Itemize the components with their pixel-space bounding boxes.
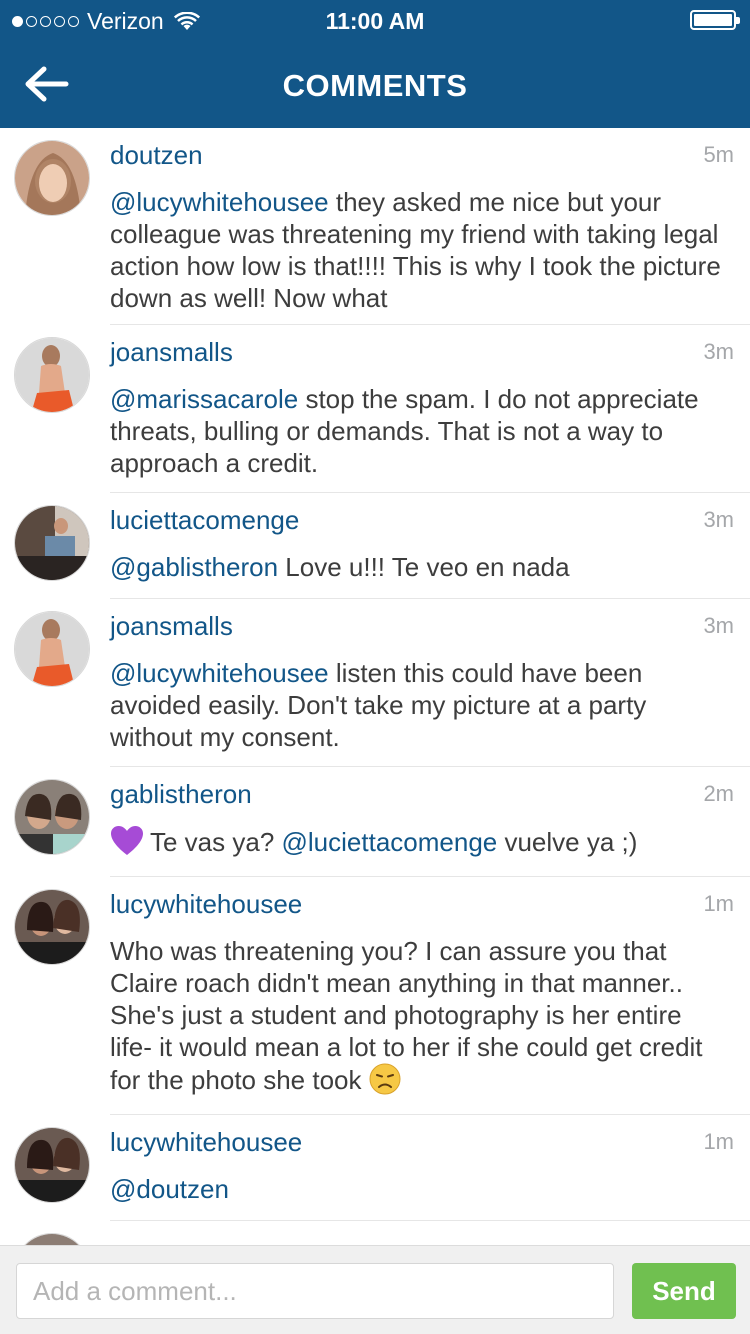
comment-item: joansmalls 3m @lucywhitehousee listen th… — [14, 599, 750, 767]
comment-body: Love u!!! Te veo en nada — [278, 552, 570, 582]
avatar[interactable] — [14, 1127, 90, 1203]
comment-username[interactable]: doutzen — [110, 140, 203, 171]
comment-item: gablistheron 2m Te vas ya? @luciettacome… — [14, 767, 750, 877]
comment-composer: Send — [0, 1245, 750, 1334]
comment-mention[interactable]: @lucywhitehousee — [110, 658, 329, 688]
avatar[interactable] — [14, 611, 90, 687]
comment-timestamp: 1m — [703, 891, 734, 916]
comment-username[interactable]: luciettacomenge — [110, 505, 299, 536]
comment-mention[interactable]: @lucywhitehousee — [110, 187, 329, 217]
comment-mention[interactable]: @marissacarole — [110, 384, 298, 414]
avatar[interactable] — [14, 889, 90, 965]
comment-timestamp: 3m — [703, 507, 734, 532]
send-button[interactable]: Send — [632, 1263, 736, 1319]
comment-timestamp: 1m — [703, 1129, 734, 1154]
purple-heart-icon — [111, 826, 143, 855]
comments-list[interactable]: doutzen 5m @lucywhitehousee they asked m… — [0, 128, 750, 1245]
comment-item — [14, 1221, 750, 1245]
comment-username[interactable]: joansmalls — [110, 337, 233, 368]
avatar[interactable] — [14, 505, 90, 581]
comment-mention[interactable]: @gablistheron — [110, 552, 278, 582]
comment-timestamp: 3m — [703, 613, 734, 638]
comment-mention[interactable]: @luciettacomenge — [282, 827, 498, 857]
comment-username[interactable]: joansmalls — [110, 611, 233, 642]
status-bar: Verizon 11:00 AM — [0, 0, 750, 40]
avatar[interactable] — [14, 1233, 90, 1245]
avatar[interactable] — [14, 140, 90, 216]
comment-body: Who was threatening you? I can assure yo… — [110, 936, 703, 1095]
battery-icon — [690, 10, 740, 30]
comment-item: lucywhitehousee 1m @doutzen — [14, 1115, 750, 1221]
comment-timestamp: 2m — [703, 781, 734, 806]
comment-username[interactable]: lucywhitehousee — [110, 1127, 302, 1158]
comment-input[interactable] — [16, 1263, 614, 1319]
comment-timestamp: 5m — [703, 142, 734, 167]
comment-text: @lucywhitehousee they asked me nice but … — [110, 128, 750, 314]
clock: 11:00 AM — [325, 8, 425, 34]
comment-body: Te vas ya? — [150, 827, 282, 857]
disappointed-face-icon — [369, 1063, 401, 1095]
comment-mention[interactable]: @doutzen — [110, 1174, 229, 1204]
comment-timestamp: 3m — [703, 339, 734, 364]
avatar[interactable] — [14, 337, 90, 413]
comment-body: vuelve ya ;) — [497, 827, 638, 857]
comment-username[interactable]: lucywhitehousee — [110, 889, 302, 920]
page-title: COMMENTS — [282, 68, 468, 103]
avatar[interactable] — [14, 779, 90, 855]
navigation-bar: COMMENTS — [0, 40, 750, 128]
comment-item: lucywhitehousee 1m Who was threatening y… — [14, 877, 750, 1115]
comment-item: luciettacomenge 3m @gablistheron Love u!… — [14, 493, 750, 599]
comment-username[interactable]: gablistheron — [110, 779, 252, 810]
comment-item: joansmalls 3m @marissacarole stop the sp… — [14, 325, 750, 493]
comment-item: doutzen 5m @lucywhitehousee they asked m… — [14, 128, 750, 325]
